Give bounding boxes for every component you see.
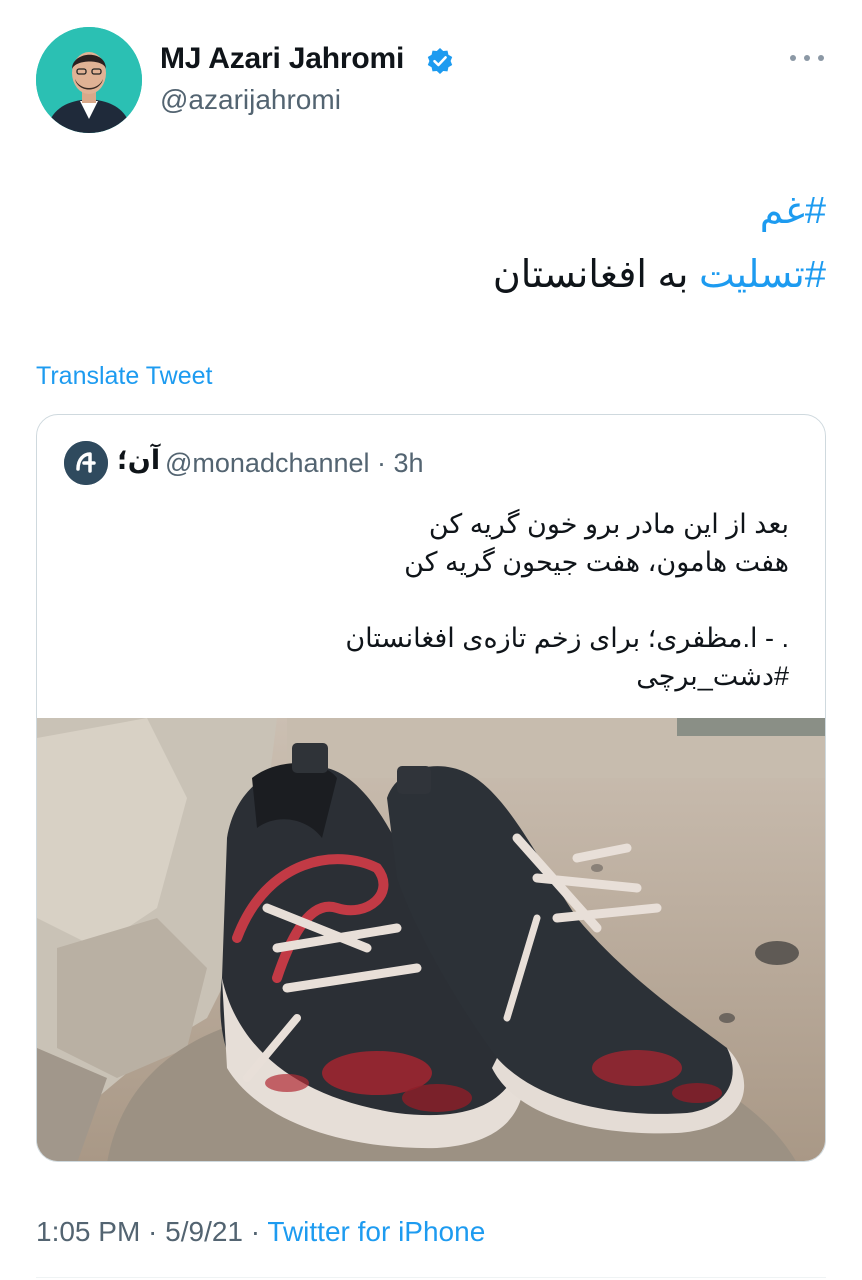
quoted-text-line: بعد از این مادر برو خون گریه کن [428, 509, 789, 539]
translate-tweet-link[interactable]: Translate Tweet [36, 362, 212, 391]
quoted-tweet-card[interactable]: آن؛ @monadchannel · 3h بعد از این مادر ب… [36, 414, 826, 1162]
tweet-text-line-1: #غم [760, 188, 826, 233]
shoes-photo [37, 718, 825, 1161]
quoted-text-line: هفت هامون، هفت جیحون گریه کن [404, 547, 789, 577]
quoted-tweet-photo[interactable] [37, 718, 825, 1161]
quoted-author-avatar [64, 441, 108, 485]
hashtag-link[interactable]: #غم [760, 190, 826, 232]
tweet-timestamp: 1:05 PM · 5/9/21 · [36, 1216, 268, 1247]
author-avatar[interactable] [36, 27, 142, 133]
author-display-name[interactable]: MJ Azari Jahromi [160, 42, 404, 76]
tweet-text-line-2: #تسلیت به افغانستان [493, 252, 826, 297]
avatar-portrait [36, 27, 142, 133]
channel-logo-icon [64, 441, 108, 485]
verified-badge-icon [426, 47, 454, 75]
quoted-text-line: . - ا.مظفری؛ برای زخم تازه‌ی افغانستان [345, 623, 789, 653]
more-options-icon[interactable] [790, 48, 824, 68]
author-handle[interactable]: @azarijahromi [160, 84, 341, 116]
quoted-author-handle: @monadchannel · 3h [165, 448, 424, 478]
quoted-author-name: آن؛ [117, 445, 161, 475]
hashtag-link[interactable]: #تسلیت [699, 254, 826, 296]
divider [36, 1277, 826, 1278]
tweet-source-link[interactable]: Twitter for iPhone [267, 1216, 485, 1247]
tweet-text: به افغانستان [492, 254, 700, 296]
tweet-metadata: 1:05 PM · 5/9/21 · Twitter for iPhone [36, 1216, 485, 1248]
quoted-hashtag[interactable]: #دشت_برچی [636, 661, 789, 692]
